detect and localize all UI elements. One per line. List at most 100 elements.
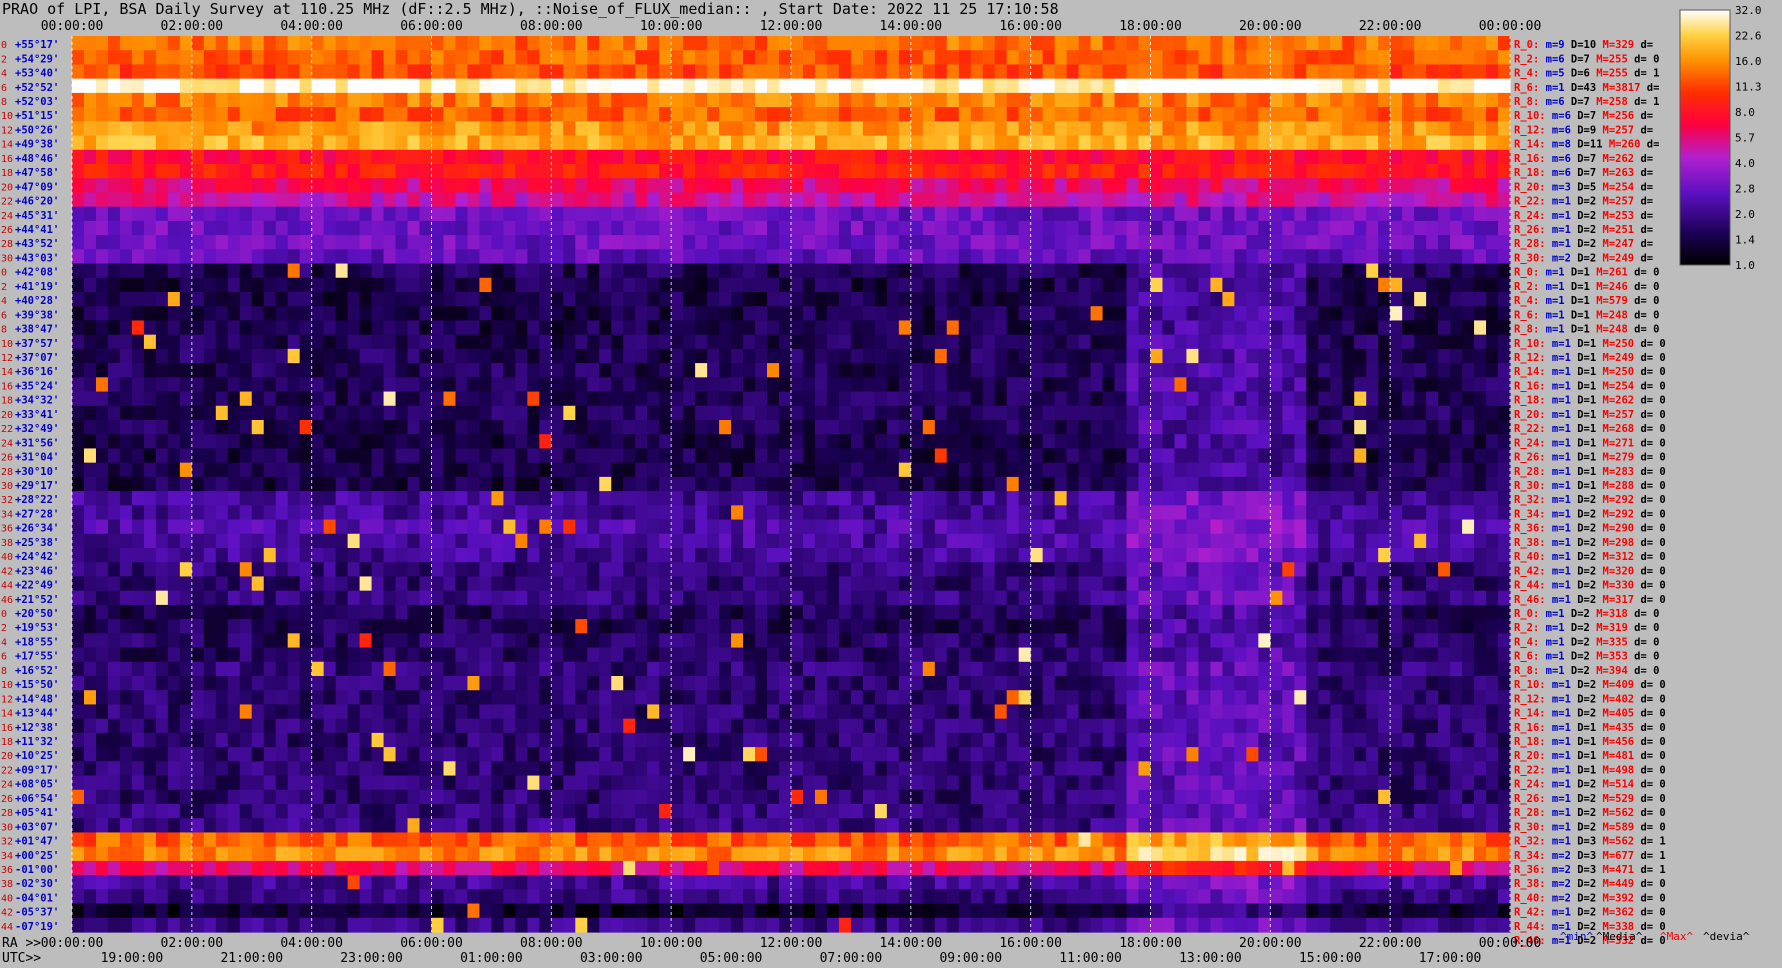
heat-cell xyxy=(191,306,205,322)
heat-cell xyxy=(179,334,193,350)
heat-cell xyxy=(1402,121,1415,137)
heat-cell xyxy=(1042,420,1056,435)
heat-cell xyxy=(1258,462,1271,478)
heat-cell xyxy=(695,434,708,450)
heat-cell xyxy=(1366,590,1379,606)
heat-cell xyxy=(755,377,768,393)
heat-cell xyxy=(731,263,744,279)
heat-cell xyxy=(347,377,361,393)
heat-cell xyxy=(479,348,493,364)
heat-cell xyxy=(1330,135,1343,151)
heat-cell xyxy=(910,249,924,265)
heat-cell xyxy=(1174,235,1188,250)
heat-cell xyxy=(1402,334,1415,350)
heat-cell xyxy=(191,448,205,464)
heat-cell xyxy=(143,235,157,250)
heat-cell xyxy=(287,121,301,137)
heat-cell xyxy=(83,292,97,307)
heat-cell xyxy=(659,519,672,535)
heat-cell xyxy=(1498,235,1511,250)
heat-cell xyxy=(1486,78,1499,94)
heat-cell xyxy=(443,306,457,322)
heat-cell xyxy=(347,434,361,450)
heat-cell xyxy=(431,64,445,80)
heat-cell xyxy=(1006,121,1020,137)
heat-cell xyxy=(695,206,708,222)
heat-cell xyxy=(826,235,840,250)
heat-cell xyxy=(467,562,481,578)
heat-cell xyxy=(167,420,181,435)
heat-cell xyxy=(1054,92,1068,108)
heat-cell xyxy=(1090,235,1104,250)
heat-cell xyxy=(203,348,217,364)
heat-cell xyxy=(1018,206,1032,222)
heat-cell xyxy=(994,519,1008,535)
heat-cell xyxy=(239,50,253,66)
heat-cell xyxy=(371,405,385,421)
heat-cell xyxy=(575,92,588,108)
heat-cell xyxy=(1330,448,1343,464)
heat-cell xyxy=(443,64,457,80)
heat-cell xyxy=(1222,121,1235,137)
heat-cell xyxy=(263,391,277,407)
heat-cell xyxy=(683,206,696,222)
heat-cell xyxy=(874,434,888,450)
heat-cell xyxy=(1246,292,1259,307)
heat-cell xyxy=(1078,178,1092,194)
heat-cell xyxy=(155,121,169,137)
heat-cell xyxy=(563,491,576,506)
heat-cell xyxy=(1450,548,1463,563)
heat-cell xyxy=(671,533,684,549)
heat-cell xyxy=(539,178,552,194)
heat-cell xyxy=(671,292,684,307)
heat-cell xyxy=(323,391,337,407)
heat-cell xyxy=(215,92,229,108)
heat-cell xyxy=(95,92,109,108)
heat-cell xyxy=(1342,519,1355,535)
heat-cell xyxy=(371,121,385,137)
heat-cell xyxy=(1054,434,1068,450)
heat-cell xyxy=(695,192,708,208)
heat-cell xyxy=(659,107,672,122)
heat-cell xyxy=(467,448,481,464)
heat-cell xyxy=(167,590,181,606)
heat-cell xyxy=(647,576,660,592)
heat-cell xyxy=(958,50,972,66)
heat-cell xyxy=(1414,462,1427,478)
heat-cell xyxy=(203,434,217,450)
heat-cell xyxy=(527,107,540,122)
heat-cell xyxy=(107,619,121,634)
heat-cell xyxy=(683,164,696,179)
heat-cell xyxy=(1390,533,1403,549)
heat-cell xyxy=(946,420,960,435)
heat-cell xyxy=(1450,263,1463,279)
heat-cell xyxy=(563,363,576,378)
heat-cell xyxy=(886,434,900,450)
heat-cell xyxy=(1342,334,1355,350)
heat-cell xyxy=(83,391,97,407)
heat-cell xyxy=(527,36,540,51)
heat-cell xyxy=(1234,576,1247,592)
heat-cell xyxy=(191,121,205,137)
heat-cell xyxy=(1030,149,1044,165)
heat-cell xyxy=(1474,306,1487,322)
heat-cell xyxy=(215,348,229,364)
heat-cell xyxy=(443,36,457,51)
heat-cell xyxy=(1306,562,1319,578)
heat-cell xyxy=(467,348,481,364)
heat-cell xyxy=(527,306,540,322)
heat-cell xyxy=(371,348,385,364)
heat-cell xyxy=(886,363,900,378)
heat-cell xyxy=(850,519,864,535)
heat-cell xyxy=(443,533,457,549)
heat-cell xyxy=(1450,434,1463,450)
heat-cell xyxy=(611,619,624,634)
heat-cell xyxy=(982,348,996,364)
heat-cell xyxy=(1078,220,1092,236)
heat-cell xyxy=(359,292,373,307)
heat-cell xyxy=(251,334,265,350)
heat-cell xyxy=(119,434,133,450)
heat-cell xyxy=(683,448,696,464)
heat-cell xyxy=(131,107,145,122)
heat-cell xyxy=(1462,576,1475,592)
